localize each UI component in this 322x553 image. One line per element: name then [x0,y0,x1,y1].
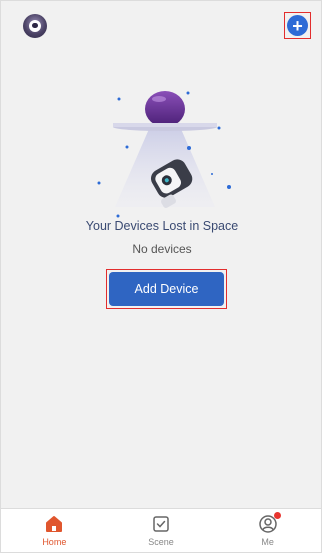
empty-state-title: Your Devices Lost in Space [85,219,239,233]
astronaut-avatar-icon [29,20,41,32]
tab-home-label: Home [42,537,67,547]
tab-me[interactable]: Me [228,512,308,547]
tab-scene-label: Scene [148,537,174,547]
profile-icon [258,512,281,534]
tab-scene[interactable]: Scene [121,514,201,547]
lost-in-space-illustration [97,91,231,218]
add-device-button[interactable]: Add Device [109,272,224,306]
tab-me-label: Me [261,537,274,547]
tab-home[interactable]: Home [14,514,94,547]
scene-checkbox-icon [153,516,169,532]
home-icon [46,516,63,532]
add-device-highlight: Add Device [106,269,227,309]
add-button-highlight: + [284,12,311,39]
plus-circle-icon[interactable]: + [287,15,308,36]
bottom-navigation: Home Scene Me [1,508,321,552]
notification-badge [273,512,281,519]
home-screen: + Your Devices Lost in Space No devices … [0,0,322,553]
empty-state-subtitle: No devices [132,242,192,256]
user-avatar[interactable] [23,14,47,38]
